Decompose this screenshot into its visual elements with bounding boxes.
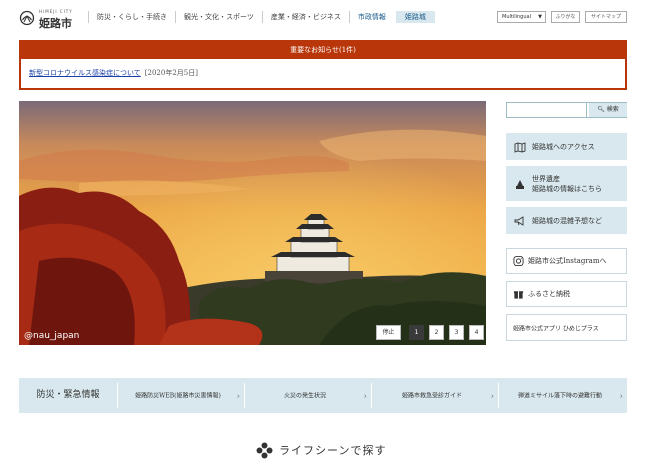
life-scene-heading: ライフシーンで探す (256, 441, 386, 459)
hero-photo (19, 101, 486, 345)
language-select[interactable]: Multilingual ▼ (497, 11, 546, 23)
disaster-info-bar: 防災・緊急情報 姫路防災WEB(姫路市災害情報) › 火災の発生状況 › 姫路市… (19, 378, 627, 413)
city-emblem-icon (19, 10, 35, 26)
notice-link[interactable]: 新型コロナウイルス感染症について (29, 69, 141, 77)
fire-status-label: 火災の発生状況 (283, 392, 326, 399)
notice-title: 重要なお知らせ(1件) (21, 42, 625, 59)
site-logo[interactable]: HIMEJI CITY 姫路市 (19, 7, 79, 30)
search-icon: 🔍︎ (597, 106, 605, 113)
nav-life[interactable]: 防災・くらし・手続き (88, 11, 175, 23)
chevron-right-icon: › (363, 391, 367, 400)
flower-crest-icon (256, 442, 273, 458)
castle-info-link[interactable]: 世界遺産 姫路城の情報はこちら (506, 166, 627, 201)
castle-congestion-label: 姫路城の混雑予想など (532, 216, 602, 225)
important-notice: 重要なお知らせ(1件) 新型コロナウイルス感染症について [2020年2月5日] (19, 40, 627, 90)
logo-english: HIMEJI CITY (39, 9, 73, 14)
fire-status-link[interactable]: 火災の発生状況 › (244, 383, 371, 408)
slideshow-stop-button[interactable]: 停止 (376, 325, 401, 340)
emergency-guide-label: 姫路市救急受診ガイド (401, 392, 462, 399)
nav-city-info[interactable]: 市政情報 (348, 11, 394, 23)
search-button[interactable]: 🔍︎ 検索 (589, 103, 627, 117)
notice-date: [2020年2月5日] (144, 69, 198, 77)
chevron-right-icon: › (236, 391, 240, 400)
furusato-tax-label: ふるさと納税 (528, 290, 570, 298)
global-nav: 防災・くらし・手続き 観光・文化・スポーツ 産業・経済・ビジネス 市政情報 姫路… (88, 11, 435, 23)
disaster-web-label: 姫路防災WEB(姫路市災害情報) (135, 392, 221, 399)
castle-icon (516, 179, 524, 189)
notice-row: 新型コロナウイルス感染症について [2020年2月5日] (21, 59, 625, 87)
life-scene-title: ライフシーンで探す (279, 444, 387, 457)
castle-info-label-1: 世界遺産 (532, 174, 560, 183)
chevron-right-icon: › (619, 391, 623, 400)
emergency-guide-link[interactable]: 姫路市救急受診ガイド › (371, 383, 498, 408)
furigana-button[interactable]: ふりがな (551, 11, 580, 23)
instagram-link[interactable]: 姫路市公式Instagramへ (506, 248, 627, 274)
map-icon (514, 141, 526, 153)
site-search: 🔍︎ 検索 (506, 102, 627, 118)
slide-page-4[interactable]: 4 (469, 325, 484, 340)
castle-access-link[interactable]: 姫路城へのアクセス (506, 133, 627, 160)
nav-himeji-castle[interactable]: 姫路城 (395, 11, 435, 23)
sitemap-button[interactable]: サイトマップ (585, 11, 627, 23)
nav-tourism[interactable]: 観光・文化・スポーツ (175, 11, 262, 23)
official-app-link[interactable]: 姫路市公式アプリ ひめじプラス (506, 314, 627, 341)
missile-evacuation-label: 弾道ミサイル落下時の避難行動 (517, 392, 602, 399)
hero-slideshow: @nau_japan 停止 1 2 3 4 (19, 101, 486, 345)
search-input[interactable] (507, 103, 587, 117)
slide-page-2[interactable]: 2 (429, 325, 444, 340)
official-app-label: 姫路市公式アプリ ひめじプラス (513, 325, 599, 332)
megaphone-icon (514, 215, 524, 226)
chevron-right-icon: › (490, 391, 494, 400)
photo-credit: @nau_japan (24, 331, 80, 341)
logo-japanese: 姫路市 (39, 17, 72, 30)
gift-icon (513, 291, 524, 299)
furusato-tax-link[interactable]: ふるさと納税 (506, 281, 627, 307)
missile-evacuation-link[interactable]: 弾道ミサイル落下時の避難行動 › (498, 383, 627, 408)
castle-access-label: 姫路城へのアクセス (532, 142, 595, 151)
language-value: Multilingual (502, 14, 531, 20)
slide-page-3[interactable]: 3 (449, 325, 464, 340)
instagram-label: 姫路市公式Instagramへ (528, 257, 607, 265)
slide-page-1[interactable]: 1 (409, 325, 424, 340)
nav-business[interactable]: 産業・経済・ビジネス (261, 11, 349, 23)
disaster-web-link[interactable]: 姫路防災WEB(姫路市災害情報) › (117, 383, 244, 408)
chevron-down-icon: ▼ (538, 14, 542, 20)
instagram-icon (513, 255, 524, 267)
castle-info-label-2: 姫路城の情報はこちら (532, 184, 602, 193)
castle-congestion-link[interactable]: 姫路城の混雑予想など (506, 207, 627, 234)
search-button-label: 検索 (606, 106, 619, 113)
disaster-info-title: 防災・緊急情報 (36, 390, 100, 400)
castle-info-label: 世界遺産 姫路城の情報はこちら (532, 174, 602, 194)
site-header: HIMEJI CITY 姫路市 防災・くらし・手続き 観光・文化・スポーツ 産業… (0, 0, 646, 34)
